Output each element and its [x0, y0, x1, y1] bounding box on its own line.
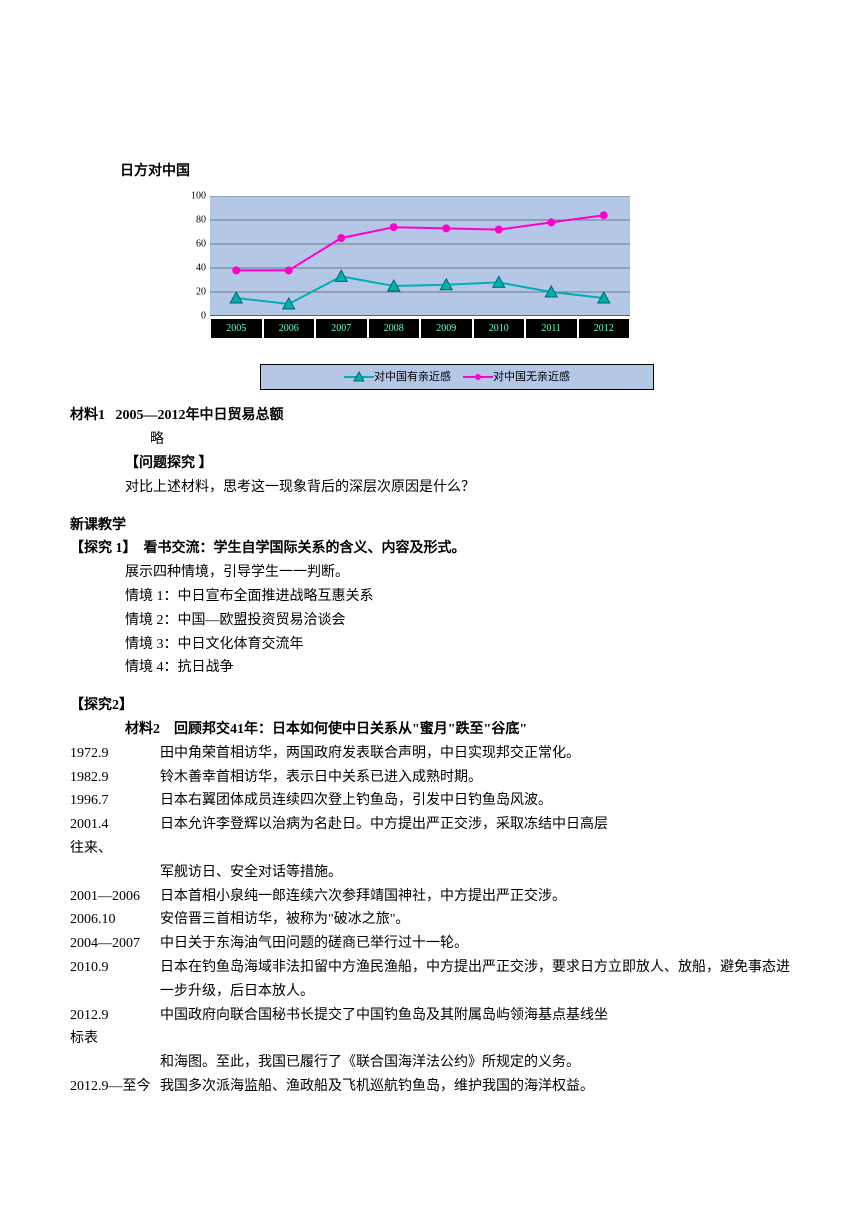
legend-item-noaffinity: 对中国无亲近感: [463, 368, 570, 387]
timeline-text: 中日关于东海油气田问题的磋商已举行过十一轮。: [160, 932, 790, 956]
material2-row: 材料2 回顾邦交41年：日本如何使中日关系从"蜜月"跌至"谷底": [125, 718, 790, 742]
timeline-date: 1996.7: [70, 789, 160, 813]
timeline-row: 2001—2006日本首相小泉纯一郎连续六次参拜靖国神社，中方提出严正交涉。: [70, 885, 790, 909]
timeline-date: 2010.9: [70, 956, 160, 1004]
timeline-date: 2001.4: [70, 813, 160, 837]
timeline-text: 我国多次派海监船、渔政船及飞机巡航钓鱼岛，维护我国的海洋权益。: [160, 1075, 790, 1099]
timeline-date: 2012.9—至今: [70, 1075, 160, 1099]
line-chart: 020406080100 200520062007200820092010201…: [170, 188, 650, 338]
timeline-text: 日本允许李登辉以治病为名赴日。中方提出严正交涉，采取冻结中日高层: [160, 813, 790, 837]
timeline-text: 日本首相小泉纯一郎连续六次参拜靖国神社，中方提出严正交涉。: [160, 885, 790, 909]
material1-title: 2005—2012年中日贸易总额: [116, 408, 284, 423]
x-tick: 2009: [421, 319, 472, 338]
x-tick: 2008: [369, 319, 420, 338]
explore1-lead: 展示四种情境，引导学生一一判断。: [125, 561, 790, 585]
timeline-text: 军舰访日、安全对话等措施。: [160, 861, 790, 885]
legend-label: 对中国有亲近感: [374, 368, 451, 387]
timeline-row: 2010.9日本在钓鱼岛海域非法扣留中方渔民渔船，中方提出严正交涉，要求日方立即…: [70, 956, 790, 1004]
explore1-s2: 情境 2：中国—欧盟投资贸易洽谈会: [125, 609, 790, 633]
x-tick: 2006: [264, 319, 315, 338]
timeline-row: 1982.9铃木善幸首相访华，表示日中关系已进入成熟时期。: [70, 766, 790, 790]
timeline-row: 1996.7日本右翼团体成员连续四次登上钓鱼岛，引发中日钓鱼岛风波。: [70, 789, 790, 813]
timeline-text: 日本在钓鱼岛海域非法扣留中方渔民渔船，中方提出严正交涉，要求日方立即放人、放船，…: [160, 956, 790, 1004]
chart-title: 日方对中国: [120, 160, 790, 184]
timeline-text: 田中角荣首相访华，两国政府发表联合声明，中日实现邦交正常化。: [160, 742, 790, 766]
material1-detail: 略: [150, 428, 790, 452]
timeline-date: 2001—2006: [70, 885, 160, 909]
y-tick: 80: [182, 211, 206, 228]
explore1-s4: 情境 4：抗日战争: [125, 656, 790, 680]
material1-label: 材料1: [70, 408, 105, 423]
timeline-row: 和海图。至此，我国已履行了《联合国海洋法公约》所规定的义务。: [70, 1051, 790, 1075]
timeline-row: 2006.10安倍晋三首相访华，被称为"破冰之旅"。: [70, 908, 790, 932]
timeline-date: 2006.10: [70, 908, 160, 932]
explore1-s1: 情境 1：中日宣布全面推进战略互惠关系: [125, 585, 790, 609]
explore1-label: 【探究 1】: [70, 541, 137, 556]
x-tick: 2005: [211, 319, 262, 338]
chart-svg: [210, 196, 630, 316]
timeline-row: 2004—2007中日关于东海油气田问题的磋商已举行过十一轮。: [70, 932, 790, 956]
legend-item-affinity: 对中国有亲近感: [344, 368, 451, 387]
timeline-row: 2001.4日本允许李登辉以治病为名赴日。中方提出严正交涉，采取冻结中日高层: [70, 813, 790, 837]
timeline-text-wrap: 往来、: [70, 837, 790, 861]
y-tick: 20: [182, 283, 206, 300]
timeline-text: 安倍晋三首相访华，被称为"破冰之旅"。: [160, 908, 790, 932]
x-tick: 2011: [526, 319, 577, 338]
x-tick: 2007: [316, 319, 367, 338]
inquiry-label: 【问题探究 】: [125, 452, 790, 476]
x-tick: 2012: [579, 319, 630, 338]
timeline-text: 中国政府向联合国秘书长提交了中国钓鱼岛及其附属岛屿领海基点基线坐: [160, 1004, 790, 1028]
chart-container: 020406080100 200520062007200820092010201…: [170, 188, 790, 391]
timeline: 1972.9田中角荣首相访华，两国政府发表联合声明，中日实现邦交正常化。1982…: [70, 742, 790, 1099]
chart-legend: 对中国有亲近感 对中国无亲近感: [260, 364, 654, 391]
y-tick: 40: [182, 259, 206, 276]
timeline-text: 日本右翼团体成员连续四次登上钓鱼岛，引发中日钓鱼岛风波。: [160, 789, 790, 813]
timeline-row: 1972.9田中角荣首相访华，两国政府发表联合声明，中日实现邦交正常化。: [70, 742, 790, 766]
y-tick: 60: [182, 235, 206, 252]
material1-row: 材料1 2005—2012年中日贸易总额: [70, 404, 790, 428]
timeline-text: 和海图。至此，我国已履行了《联合国海洋法公约》所规定的义务。: [160, 1051, 790, 1075]
explore2-label: 【探究2】: [70, 694, 790, 718]
timeline-row: 2012.9—至今我国多次派海监船、渔政船及飞机巡航钓鱼岛，维护我国的海洋权益。: [70, 1075, 790, 1099]
explore1-row: 【探究 1】 看书交流：学生自学国际关系的含义、内容及形式。: [70, 537, 790, 561]
explore1-title: 看书交流：学生自学国际关系的含义、内容及形式。: [144, 541, 466, 556]
timeline-date: 2012.9: [70, 1004, 160, 1028]
material2-title: 回顾邦交41年：日本如何使中日关系从"蜜月"跌至"谷底": [174, 722, 527, 737]
x-axis-labels: 20052006200720082009201020112012: [210, 318, 630, 339]
y-tick: 0: [182, 307, 206, 324]
timeline-date: 2004—2007: [70, 932, 160, 956]
material2-label: 材料2: [125, 722, 160, 737]
y-tick: 100: [182, 187, 206, 204]
timeline-date: 1972.9: [70, 742, 160, 766]
timeline-date: 1982.9: [70, 766, 160, 790]
explore1-s3: 情境 3：中日文化体育交流年: [125, 633, 790, 657]
teaching-header: 新课教学: [70, 514, 790, 538]
timeline-text-wrap: 标表: [70, 1027, 790, 1051]
legend-label: 对中国无亲近感: [493, 368, 570, 387]
inquiry-question: 对比上述材料，思考这一现象背后的深层次原因是什么？: [125, 476, 790, 500]
x-tick: 2010: [474, 319, 525, 338]
timeline-text: 铃木善幸首相访华，表示日中关系已进入成熟时期。: [160, 766, 790, 790]
timeline-row: 军舰访日、安全对话等措施。: [70, 861, 790, 885]
timeline-row: 2012.9中国政府向联合国秘书长提交了中国钓鱼岛及其附属岛屿领海基点基线坐: [70, 1004, 790, 1028]
